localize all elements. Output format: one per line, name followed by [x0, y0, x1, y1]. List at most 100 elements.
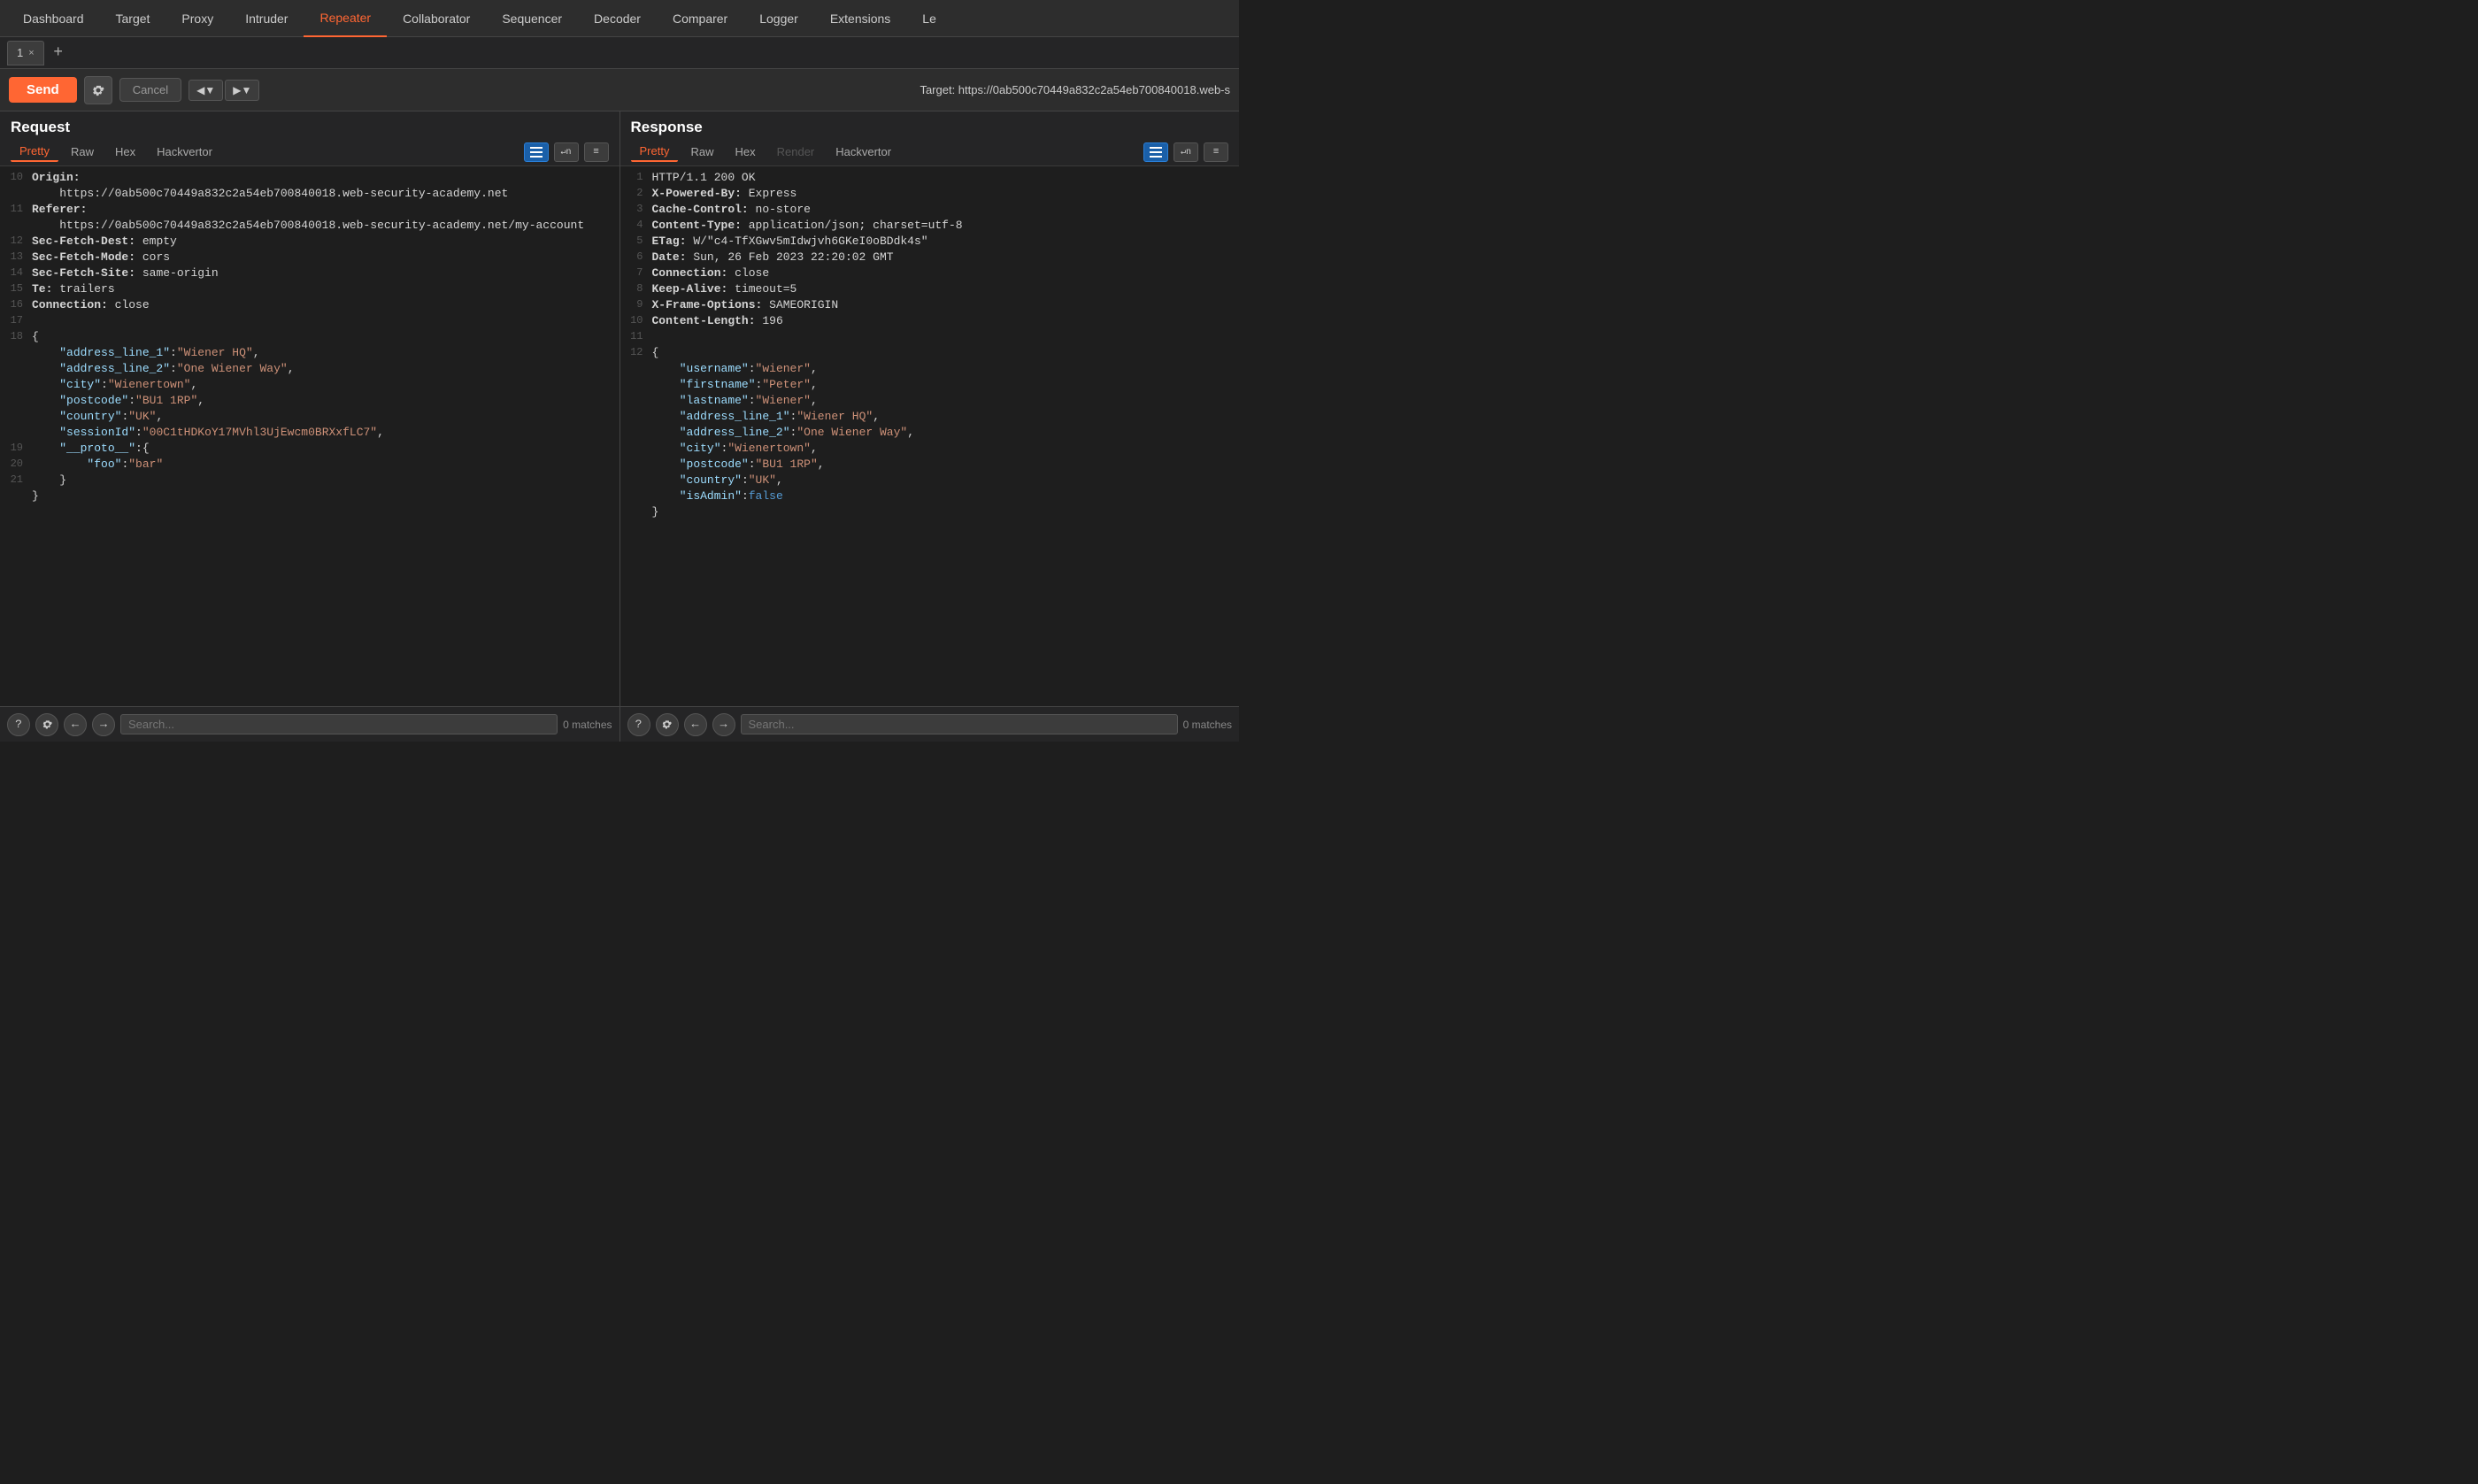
table-row: 12Sec-Fetch-Dest: empty	[0, 234, 620, 250]
table-row: 2X-Powered-By: Express	[620, 186, 1240, 202]
response-help-icon[interactable]: ?	[627, 713, 650, 736]
table-row: 11Referer:	[0, 202, 620, 218]
table-row: 13Sec-Fetch-Mode: cors	[0, 250, 620, 265]
request-menu-icon[interactable]: ≡	[584, 142, 609, 162]
request-search-input[interactable]	[120, 714, 558, 734]
line-content: "city":"Wienertown",	[32, 378, 620, 392]
response-tab-pretty[interactable]: Pretty	[631, 142, 679, 162]
line-content: }	[652, 505, 1240, 519]
response-search-input[interactable]	[741, 714, 1178, 734]
request-matches: 0 matches	[563, 719, 612, 731]
tab-close-icon[interactable]: ×	[28, 48, 34, 58]
add-tab-button[interactable]: +	[48, 42, 69, 64]
line-number: 7	[620, 266, 652, 281]
table-row: "postcode":"BU1 1RP",	[620, 457, 1240, 473]
nav-item-logger[interactable]: Logger	[743, 0, 814, 37]
line-content	[652, 330, 1240, 344]
request-tab-hackvertor[interactable]: Hackvertor	[148, 142, 221, 161]
response-forward-arrow[interactable]: →	[712, 713, 735, 736]
table-row: "city":"Wienertown",	[0, 377, 620, 393]
table-row: 18{	[0, 329, 620, 345]
table-row: "address_line_2":"One Wiener Way",	[0, 361, 620, 377]
line-number: 18	[0, 330, 32, 344]
nav-item-target[interactable]: Target	[100, 0, 166, 37]
request-help-icon[interactable]: ?	[7, 713, 30, 736]
line-content: https://0ab500c70449a832c2a54eb700840018…	[32, 219, 620, 233]
main-content: Request Pretty Raw Hex Hackvertor ↵n ≡ 1…	[0, 111, 1239, 706]
nav-item-sequencer[interactable]: Sequencer	[486, 0, 578, 37]
request-tab-raw[interactable]: Raw	[62, 142, 103, 161]
table-row: "sessionId":"00C1tHDKoY17MVhl3UjEwcm0BRX…	[0, 425, 620, 441]
line-number	[620, 473, 652, 488]
target-url: Target: https://0ab500c70449a832c2a54eb7…	[920, 83, 1230, 96]
line-number	[0, 187, 32, 201]
table-row: 12{	[620, 345, 1240, 361]
request-back-arrow[interactable]: ←	[64, 713, 87, 736]
table-row: 9X-Frame-Options: SAMEORIGIN	[620, 297, 1240, 313]
forward-button[interactable]: ▶▼	[225, 80, 259, 101]
table-row: 21 }	[0, 473, 620, 488]
nav-item-collaborator[interactable]: Collaborator	[387, 0, 486, 37]
line-content: {	[32, 330, 620, 344]
gear-icon-small2	[661, 719, 673, 730]
table-row: 15Te: trailers	[0, 281, 620, 297]
request-tab-hex[interactable]: Hex	[106, 142, 144, 161]
back-button[interactable]: ◀▼	[189, 80, 223, 101]
response-content[interactable]: 1HTTP/1.1 200 OK2X-Powered-By: Express3C…	[620, 166, 1240, 706]
line-number	[620, 426, 652, 440]
table-row: 7Connection: close	[620, 265, 1240, 281]
response-settings-icon[interactable]	[656, 713, 679, 736]
line-content: "country":"UK",	[32, 410, 620, 424]
line-number: 12	[0, 235, 32, 249]
response-tab-raw[interactable]: Raw	[681, 142, 722, 161]
gear-icon	[91, 83, 105, 97]
table-row: "country":"UK",	[620, 473, 1240, 488]
request-tab-pretty[interactable]: Pretty	[11, 142, 58, 162]
repeater-tab-1[interactable]: 1 ×	[7, 41, 44, 65]
line-content: Sec-Fetch-Dest: empty	[32, 235, 620, 249]
response-list-icon[interactable]	[1143, 142, 1168, 162]
nav-item-le[interactable]: Le	[906, 0, 952, 37]
request-panel: Request Pretty Raw Hex Hackvertor ↵n ≡ 1…	[0, 111, 620, 706]
line-content: "username":"wiener",	[652, 362, 1240, 376]
settings-button[interactable]	[84, 76, 112, 104]
response-tab-hex[interactable]: Hex	[726, 142, 764, 161]
request-forward-arrow[interactable]: →	[92, 713, 115, 736]
line-number: 21	[0, 473, 32, 488]
line-number: 10	[0, 171, 32, 185]
send-button[interactable]: Send	[9, 77, 77, 103]
table-row: 6Date: Sun, 26 Feb 2023 22:20:02 GMT	[620, 250, 1240, 265]
request-content[interactable]: 10Origin: https://0ab500c70449a832c2a54e…	[0, 166, 620, 706]
line-content: "foo":"bar"	[32, 458, 620, 472]
list-icon	[530, 147, 543, 158]
nav-item-extensions[interactable]: Extensions	[814, 0, 906, 37]
request-panel-icons: ↵n ≡	[524, 142, 609, 162]
nav-item-intruder[interactable]: Intruder	[229, 0, 304, 37]
line-content: Date: Sun, 26 Feb 2023 22:20:02 GMT	[652, 250, 1240, 265]
tab-label: 1	[17, 46, 23, 59]
line-number: 2	[620, 187, 652, 201]
request-newline-icon[interactable]: ↵n	[554, 142, 579, 162]
table-row: "country":"UK",	[0, 409, 620, 425]
request-list-icon[interactable]	[524, 142, 549, 162]
response-newline-icon[interactable]: ↵n	[1174, 142, 1198, 162]
nav-item-dashboard[interactable]: Dashboard	[7, 0, 100, 37]
response-back-arrow[interactable]: ←	[684, 713, 707, 736]
table-row: 14Sec-Fetch-Site: same-origin	[0, 265, 620, 281]
line-number	[620, 410, 652, 424]
cancel-button[interactable]: Cancel	[119, 78, 181, 102]
repeater-tabs: 1 × +	[0, 37, 1239, 69]
response-menu-icon[interactable]: ≡	[1204, 142, 1228, 162]
nav-item-repeater[interactable]: Repeater	[304, 0, 387, 37]
line-content: Te: trailers	[32, 282, 620, 296]
table-row: 1HTTP/1.1 200 OK	[620, 170, 1240, 186]
line-number: 13	[0, 250, 32, 265]
line-content: Connection: close	[652, 266, 1240, 281]
response-tab-hackvertor[interactable]: Hackvertor	[827, 142, 900, 161]
table-row: 8Keep-Alive: timeout=5	[620, 281, 1240, 297]
nav-item-proxy[interactable]: Proxy	[165, 0, 229, 37]
repeater-toolbar: Send Cancel ◀▼ ▶▼ Target: https://0ab500…	[0, 69, 1239, 111]
nav-item-decoder[interactable]: Decoder	[578, 0, 657, 37]
request-settings-icon[interactable]	[35, 713, 58, 736]
nav-item-comparer[interactable]: Comparer	[657, 0, 743, 37]
